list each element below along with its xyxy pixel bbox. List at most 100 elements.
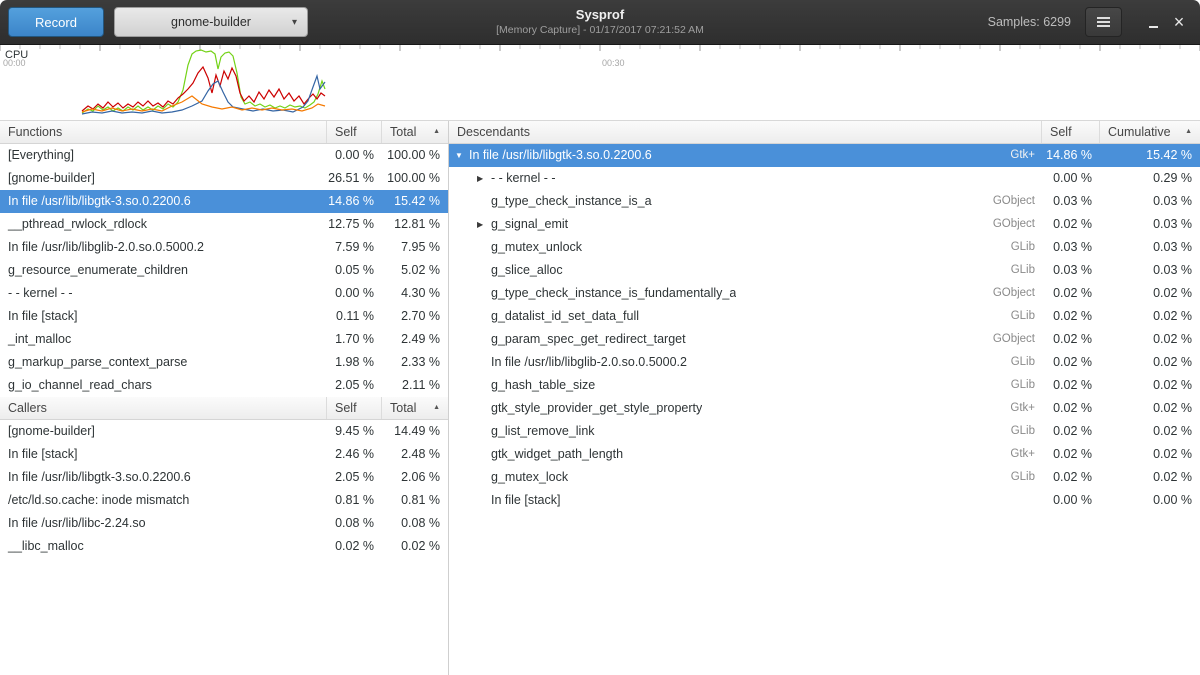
- function-row[interactable]: In file /usr/lib/libglib-2.0.so.0.5000.2…: [0, 236, 448, 259]
- library-category-label: GObject: [993, 213, 1042, 236]
- caller-row[interactable]: In file /usr/lib/libgtk-3.so.0.2200.62.0…: [0, 466, 448, 489]
- functions-column-header[interactable]: Functions: [0, 121, 327, 143]
- descendant-name-cell: g_mutex_lockGLib: [449, 466, 1042, 489]
- self-percent: 0.00 %: [1042, 489, 1100, 512]
- function-row[interactable]: g_markup_parse_context_parse1.98 %2.33 %: [0, 351, 448, 374]
- self-percent: 0.02 %: [1042, 213, 1100, 236]
- descendants-cumulative-label: Cumulative: [1108, 121, 1171, 143]
- caller-row[interactable]: In file [stack]2.46 %2.48 %: [0, 443, 448, 466]
- library-category-label: GObject: [993, 282, 1042, 305]
- sysprof-window: Record gnome-builder ▾ Sysprof [Memory C…: [0, 0, 1200, 675]
- total-percent: 0.08 %: [382, 512, 448, 535]
- function-name: g_mutex_lock: [491, 466, 568, 489]
- total-percent: 7.95 %: [382, 236, 448, 259]
- self-percent: 0.00 %: [1042, 167, 1100, 190]
- cumulative-percent: 0.02 %: [1100, 282, 1200, 305]
- cpu-graph[interactable]: CPU 00:00 00:30: [0, 45, 1200, 121]
- self-percent: 0.02 %: [1042, 443, 1100, 466]
- caller-row[interactable]: [gnome-builder]9.45 %14.49 %: [0, 420, 448, 443]
- function-name: In file /usr/lib/libgtk-3.so.0.2200.6: [469, 144, 652, 167]
- descendant-name-cell: g_mutex_unlockGLib: [449, 236, 1042, 259]
- self-percent: 26.51 %: [327, 167, 382, 190]
- cumulative-percent: 0.03 %: [1100, 190, 1200, 213]
- cumulative-percent: 0.00 %: [1100, 489, 1200, 512]
- self-percent: 0.02 %: [1042, 420, 1100, 443]
- descendant-row[interactable]: g_slice_allocGLib0.03 %0.03 %: [449, 259, 1200, 282]
- descendants-self-column-header[interactable]: Self: [1042, 121, 1100, 143]
- function-row[interactable]: In file /usr/lib/libgtk-3.so.0.2200.614.…: [0, 190, 448, 213]
- main-content: Functions Self Total ▲ [Everything]0.00 …: [0, 121, 1200, 675]
- self-percent: 7.59 %: [327, 236, 382, 259]
- function-row[interactable]: __pthread_rwlock_rdlock12.75 %12.81 %: [0, 213, 448, 236]
- function-row[interactable]: _int_malloc1.70 %2.49 %: [0, 328, 448, 351]
- descendant-row[interactable]: g_type_check_instance_is_aGObject0.03 %0…: [449, 190, 1200, 213]
- descendants-column-header[interactable]: Descendants: [449, 121, 1042, 143]
- self-percent: 0.03 %: [1042, 190, 1100, 213]
- descendant-row[interactable]: In file /usr/lib/libglib-2.0.so.0.5000.2…: [449, 351, 1200, 374]
- descendant-row[interactable]: g_type_check_instance_is_fundamentally_a…: [449, 282, 1200, 305]
- expander-right-icon[interactable]: ▶: [477, 213, 491, 236]
- descendant-name-cell: g_param_spec_get_redirect_targetGObject: [449, 328, 1042, 351]
- descendant-row[interactable]: ▼In file /usr/lib/libgtk-3.so.0.2200.6Gt…: [449, 144, 1200, 167]
- cumulative-percent: 0.29 %: [1100, 167, 1200, 190]
- function-row[interactable]: [Everything]0.00 %100.00 %: [0, 144, 448, 167]
- record-button[interactable]: Record: [8, 7, 104, 37]
- descendant-row[interactable]: g_mutex_unlockGLib0.03 %0.03 %: [449, 236, 1200, 259]
- expander-right-icon[interactable]: ▶: [477, 167, 491, 190]
- minimize-button[interactable]: [1140, 7, 1166, 37]
- descendant-name-cell: In file [stack]: [449, 489, 1042, 512]
- caller-row[interactable]: In file /usr/lib/libc-2.24.so0.08 %0.08 …: [0, 512, 448, 535]
- functions-self-column-header[interactable]: Self: [327, 121, 382, 143]
- samples-count: Samples: 6299: [988, 15, 1071, 29]
- functions-total-label: Total: [390, 121, 416, 143]
- cumulative-percent: 0.02 %: [1100, 443, 1200, 466]
- descendant-row[interactable]: g_datalist_id_set_data_fullGLib0.02 %0.0…: [449, 305, 1200, 328]
- function-name: g_type_check_instance_is_a: [491, 190, 652, 213]
- function-name: g_resource_enumerate_children: [0, 259, 327, 282]
- caller-row[interactable]: __libc_malloc0.02 %0.02 %: [0, 535, 448, 558]
- process-selector-label: gnome-builder: [171, 15, 251, 29]
- process-selector-dropdown[interactable]: gnome-builder ▾: [114, 7, 308, 37]
- function-name: [gnome-builder]: [0, 420, 327, 443]
- self-percent: 0.03 %: [1042, 259, 1100, 282]
- descendant-name-cell: ▶- - kernel - -: [449, 167, 1042, 190]
- descendant-row[interactable]: ▶- - kernel - -0.00 %0.29 %: [449, 167, 1200, 190]
- library-category-label: GLib: [1011, 305, 1042, 328]
- expander-down-icon[interactable]: ▼: [455, 144, 469, 167]
- function-name: g_hash_table_size: [491, 374, 595, 397]
- descendant-name-cell: g_hash_table_sizeGLib: [449, 374, 1042, 397]
- function-row[interactable]: g_io_channel_read_chars2.05 %2.11 %: [0, 374, 448, 397]
- sort-indicator-icon: ▲: [433, 397, 440, 419]
- function-row[interactable]: [gnome-builder]26.51 %100.00 %: [0, 167, 448, 190]
- callers-total-column-header[interactable]: Total ▲: [382, 397, 448, 419]
- descendant-row[interactable]: g_list_remove_linkGLib0.02 %0.02 %: [449, 420, 1200, 443]
- caller-row[interactable]: /etc/ld.so.cache: inode mismatch0.81 %0.…: [0, 489, 448, 512]
- cumulative-percent: 0.03 %: [1100, 213, 1200, 236]
- descendants-cumulative-column-header[interactable]: Cumulative ▲: [1100, 121, 1200, 143]
- library-category-label: GLib: [1011, 259, 1042, 282]
- function-row[interactable]: - - kernel - -0.00 %4.30 %: [0, 282, 448, 305]
- function-row[interactable]: In file [stack]0.11 %2.70 %: [0, 305, 448, 328]
- callers-column-header[interactable]: Callers: [0, 397, 327, 419]
- menu-button[interactable]: [1085, 7, 1122, 37]
- descendant-row[interactable]: ▶g_signal_emitGObject0.02 %0.03 %: [449, 213, 1200, 236]
- function-name: In file /usr/lib/libc-2.24.so: [0, 512, 327, 535]
- cumulative-percent: 0.02 %: [1100, 397, 1200, 420]
- sort-indicator-icon: ▲: [1185, 121, 1192, 143]
- self-percent: 1.70 %: [327, 328, 382, 351]
- function-row[interactable]: g_resource_enumerate_children0.05 %5.02 …: [0, 259, 448, 282]
- function-name: g_mutex_unlock: [491, 236, 582, 259]
- descendant-row[interactable]: gtk_style_provider_get_style_propertyGtk…: [449, 397, 1200, 420]
- self-percent: 0.00 %: [327, 144, 382, 167]
- left-pane: Functions Self Total ▲ [Everything]0.00 …: [0, 121, 449, 675]
- descendant-row[interactable]: g_mutex_lockGLib0.02 %0.02 %: [449, 466, 1200, 489]
- descendant-row[interactable]: In file [stack]0.00 %0.00 %: [449, 489, 1200, 512]
- function-name: [Everything]: [0, 144, 327, 167]
- right-pane: Descendants Self Cumulative ▲ ▼In file /…: [449, 121, 1200, 675]
- descendant-row[interactable]: g_hash_table_sizeGLib0.02 %0.02 %: [449, 374, 1200, 397]
- functions-total-column-header[interactable]: Total ▲: [382, 121, 448, 143]
- callers-self-column-header[interactable]: Self: [327, 397, 382, 419]
- descendant-row[interactable]: g_param_spec_get_redirect_targetGObject0…: [449, 328, 1200, 351]
- descendant-row[interactable]: gtk_widget_path_lengthGtk+0.02 %0.02 %: [449, 443, 1200, 466]
- close-button[interactable]: ×: [1166, 7, 1192, 37]
